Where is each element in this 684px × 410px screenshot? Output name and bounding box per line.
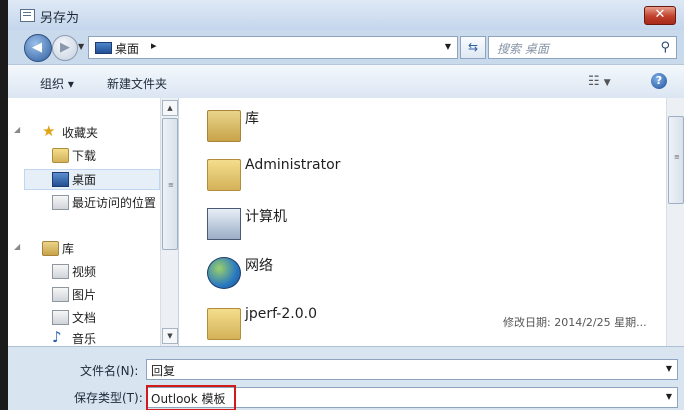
filename-label: 文件名(N): bbox=[80, 364, 139, 378]
file-item-computer[interactable]: 计算机 bbox=[199, 202, 654, 242]
sidebar-item-label: 最近访问的位置 bbox=[72, 196, 157, 210]
address-bar[interactable]: 桌面 ▸ ▼ bbox=[88, 36, 458, 59]
filetype-dropdown-icon[interactable]: ▼ bbox=[666, 392, 672, 401]
search-box[interactable]: 搜索 桌面 ⚲ bbox=[488, 36, 677, 59]
sidebar-item-label: 桌面 bbox=[72, 173, 97, 187]
computer-icon bbox=[207, 208, 241, 240]
scroll-up-button[interactable]: ▲ bbox=[162, 100, 178, 116]
expand-triangle-icon[interactable]: ◢ bbox=[14, 125, 20, 134]
search-icon[interactable]: ⚲ bbox=[660, 40, 670, 55]
window-icon bbox=[20, 9, 35, 22]
file-item-jperf[interactable]: jperf-2.0.0 修改日期: 2014/2/25 星期... bbox=[199, 302, 654, 342]
recent-places-icon bbox=[52, 195, 69, 210]
refresh-icon: ⇆ bbox=[467, 40, 479, 54]
view-options-button[interactable]: ☷ ▼ bbox=[588, 74, 611, 89]
document-icon bbox=[52, 310, 69, 325]
file-name: jperf-2.0.0 bbox=[245, 306, 317, 322]
forward-button[interactable]: ▶ bbox=[52, 35, 78, 61]
download-icon bbox=[52, 148, 69, 163]
scroll-down-button[interactable]: ▼ bbox=[162, 328, 178, 344]
file-item-administrator[interactable]: Administrator bbox=[199, 153, 654, 193]
window-title: 另存为 bbox=[40, 11, 80, 26]
back-button[interactable]: ◀ bbox=[24, 34, 52, 62]
sidebar-item-label: 文档 bbox=[72, 311, 97, 325]
organize-button[interactable]: 组织 ▾ bbox=[40, 75, 74, 92]
file-item-libraries[interactable]: 库 bbox=[199, 104, 654, 144]
folder-icon bbox=[207, 308, 241, 340]
file-list-scrollbar[interactable]: ≡ bbox=[666, 98, 684, 346]
network-icon bbox=[207, 257, 241, 289]
user-folder-icon bbox=[207, 159, 241, 191]
save-as-dialog: 另存为 ✕ ◀ ▶ ▼ 桌面 ▸ ▼ ⇆ 搜索 桌面 ⚲ 组织 ▾ 新建文件夹 … bbox=[8, 0, 684, 410]
filename-field[interactable]: 回复 ▼ bbox=[146, 359, 678, 380]
close-button[interactable]: ✕ bbox=[644, 6, 676, 25]
file-name: 库 bbox=[245, 111, 259, 127]
star-icon: ★ bbox=[42, 122, 56, 140]
file-modified-date: 修改日期: 2014/2/25 星期... bbox=[503, 316, 647, 329]
picture-icon bbox=[52, 287, 69, 302]
navigation-bar: ◀ ▶ ▼ 桌面 ▸ ▼ ⇆ 搜索 桌面 ⚲ bbox=[8, 30, 684, 64]
refresh-button[interactable]: ⇆ bbox=[460, 36, 486, 59]
grip-icon: ≡ bbox=[168, 181, 174, 189]
file-name: 网络 bbox=[245, 258, 273, 274]
scroll-thumb[interactable]: ≡ bbox=[162, 118, 178, 250]
grip-icon: ≡ bbox=[674, 153, 680, 161]
navigation-scrollbar[interactable]: ▲ ≡ ▼ bbox=[160, 98, 178, 346]
filetype-label: 保存类型(T): bbox=[74, 391, 143, 405]
desktop-icon bbox=[52, 172, 69, 187]
view-dropdown-icon: ▼ bbox=[603, 78, 611, 88]
file-list: 库 Administrator 计算机 网络 jperf-2.0.0 修改日期:… bbox=[179, 98, 684, 346]
library-icon bbox=[207, 110, 241, 142]
sidebar-item-label: 库 bbox=[62, 242, 75, 256]
sidebar-item-label: 收藏夹 bbox=[62, 126, 99, 140]
filename-dropdown-icon[interactable]: ▼ bbox=[666, 364, 672, 373]
search-input[interactable]: 搜索 桌面 bbox=[497, 40, 549, 57]
library-icon bbox=[42, 241, 59, 256]
view-icon: ☷ bbox=[588, 74, 600, 89]
expand-triangle-icon[interactable]: ◢ bbox=[14, 242, 20, 251]
address-dropdown-icon[interactable]: ▼ bbox=[445, 42, 451, 51]
file-item-network[interactable]: 网络 bbox=[199, 251, 654, 291]
highlight-annotation bbox=[146, 385, 236, 410]
new-folder-button[interactable]: 新建文件夹 bbox=[107, 75, 167, 92]
address-segment-desktop[interactable]: 桌面 bbox=[115, 40, 139, 57]
save-options-panel: 文件名(N): 回复 ▼ 保存类型(T): Outlook 模板 ▼ bbox=[8, 346, 684, 410]
sidebar-item-label: 视频 bbox=[72, 265, 97, 279]
sidebar-item-label: 音乐 bbox=[72, 332, 97, 346]
forward-arrow-icon: ▶ bbox=[60, 40, 70, 55]
file-name: Administrator bbox=[245, 157, 341, 173]
title-bar: 另存为 ✕ bbox=[8, 0, 684, 30]
desktop-icon bbox=[95, 42, 112, 54]
filename-input[interactable]: 回复 bbox=[151, 362, 175, 379]
recent-locations-dropdown[interactable]: ▼ bbox=[78, 42, 84, 51]
sidebar-item-label: 下载 bbox=[72, 149, 97, 163]
file-name: 计算机 bbox=[245, 209, 287, 225]
music-icon: ♪ bbox=[52, 328, 62, 346]
address-separator[interactable]: ▸ bbox=[151, 39, 157, 52]
video-icon bbox=[52, 264, 69, 279]
scroll-thumb[interactable]: ≡ bbox=[668, 116, 684, 204]
sidebar-item-label: 图片 bbox=[72, 288, 97, 302]
back-arrow-icon: ◀ bbox=[32, 40, 42, 55]
command-toolbar: 组织 ▾ 新建文件夹 ☷ ▼ ? bbox=[8, 64, 684, 100]
help-button[interactable]: ? bbox=[651, 73, 667, 89]
navigation-pane: ◢ ★ 收藏夹 下载 桌面 最近访问的位置 ◢ 库 视频 图片 文档 ♪ 音乐 … bbox=[8, 98, 179, 346]
